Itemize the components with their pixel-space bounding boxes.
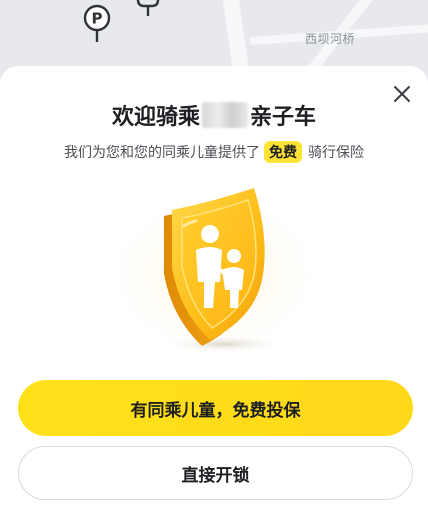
dialog-title: 欢迎骑乘 亲子车 (0, 100, 428, 130)
unlock-directly-button[interactable]: 直接开锁 (18, 446, 413, 500)
subtitle-prefix: 我们为您和您的同乘儿童提供了 (64, 145, 260, 161)
map-place-label: 西坝河桥 (305, 32, 356, 46)
parking-letter: P (92, 10, 103, 28)
dialog-subtitle: 我们为您和您的同乘儿童提供了 免费 骑行保险 (0, 140, 428, 164)
title-suffix: 亲子车 (250, 105, 317, 130)
title-prefix: 欢迎骑乘 (111, 105, 200, 130)
redacted-brand-name (202, 102, 248, 128)
free-badge: 免费 (264, 141, 302, 163)
subtitle-suffix: 骑行保险 (308, 145, 364, 161)
insurance-dialog: 欢迎骑乘 亲子车 我们为您和您的同乘儿童提供了 免费 骑行保险 有同乘儿童，免费… (0, 66, 428, 506)
child-shield-icon (94, 182, 334, 366)
parking-pin-icon[interactable]: P (82, 4, 112, 44)
map-poi-pin-icon[interactable] (136, 0, 160, 16)
insure-child-button[interactable]: 有同乘儿童，免费投保 (18, 380, 413, 436)
